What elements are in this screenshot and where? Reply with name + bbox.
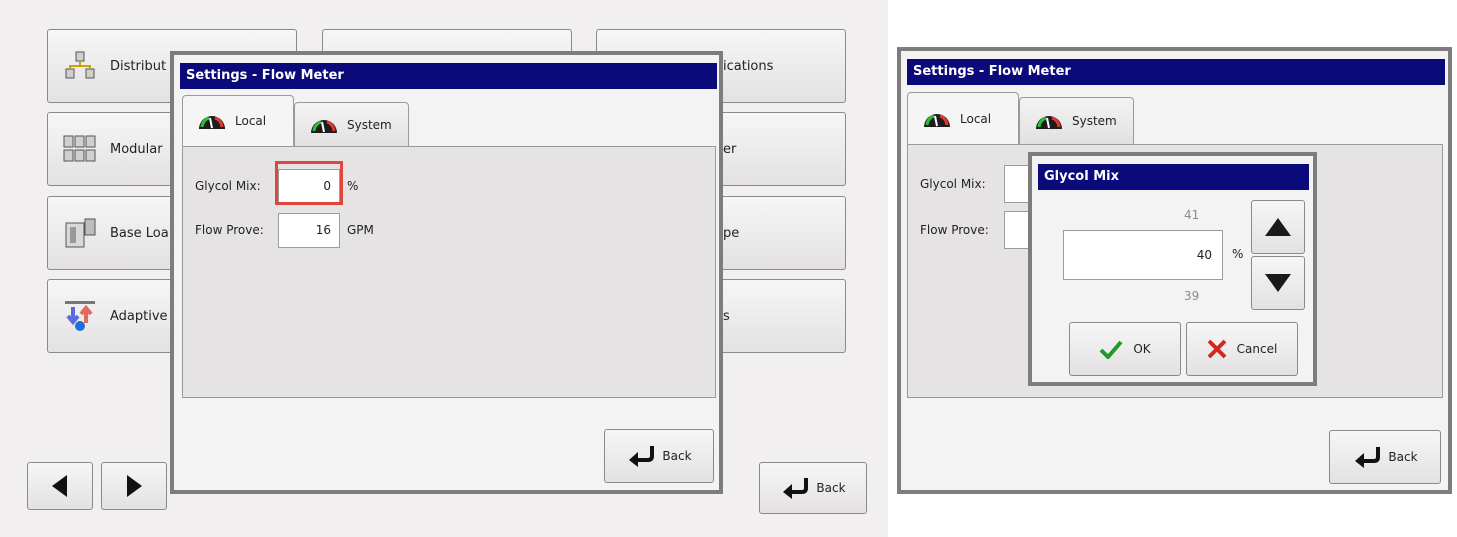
flow-prove-unit: GPM <box>347 223 374 237</box>
gauge-icon <box>924 113 950 127</box>
arrow-left-icon <box>52 475 67 497</box>
glycol-mix-label: Glycol Mix: <box>920 177 986 191</box>
base-load-icon <box>60 216 100 250</box>
back-arrow-icon <box>629 446 655 467</box>
main-back-button[interactable]: Back <box>759 462 867 514</box>
popup-title: Glycol Mix <box>1044 169 1119 184</box>
ok-button[interactable]: OK <box>1069 322 1181 376</box>
menu-label-distribution: Distribut <box>110 58 167 74</box>
tab-system[interactable]: System <box>294 102 409 146</box>
back-arrow-icon <box>783 478 809 499</box>
gauge-icon <box>1036 116 1062 129</box>
tab-system-label: System <box>1072 114 1117 128</box>
glycol-mix-value: 40 <box>1196 248 1212 262</box>
gauge-icon <box>199 116 225 129</box>
menu-label-modular: Modular <box>110 141 163 157</box>
flow-prove-label: Flow Prove: <box>195 223 264 237</box>
gauge-icon <box>311 119 337 133</box>
flow-prove-value: 16 <box>315 223 331 237</box>
adaptive-icon <box>60 299 100 333</box>
glycol-mix-value-field[interactable]: 40 <box>1063 230 1223 280</box>
dialog-back-label: Back <box>1388 450 1418 464</box>
arrow-right-icon <box>127 475 142 497</box>
dialog-back-button[interactable]: Back <box>604 429 714 483</box>
main-back-label: Back <box>816 481 846 495</box>
menu-label-adaptive: Adaptive <box>110 308 168 324</box>
tab-local-label: Local <box>235 114 267 128</box>
menu-label-right-2: er <box>723 142 737 157</box>
menu-label-right-4: s <box>723 309 730 324</box>
menu-label-base-load: Base Loa <box>110 225 169 241</box>
increment-button[interactable] <box>1251 200 1305 254</box>
flow-prove-label: Flow Prove: <box>920 223 989 237</box>
modular-boilers-icon <box>60 132 100 166</box>
dialog-title: Settings - Flow Meter <box>913 64 1071 79</box>
glycol-mix-label: Glycol Mix: <box>195 179 261 193</box>
tab-pane-local: Glycol Mix: 0 % Flow Prove: 16 GPM <box>182 146 716 398</box>
arrow-up-icon <box>1265 218 1291 236</box>
tab-local-label: Local <box>960 111 992 126</box>
dialog-back-button[interactable]: Back <box>1329 430 1441 484</box>
dialog-title: Settings - Flow Meter <box>186 68 344 83</box>
flow-meter-dialog-left: Settings - Flow Meter Local System Glyco… <box>170 51 723 494</box>
glycol-mix-unit: % <box>347 179 359 193</box>
glycol-mix-highlight <box>275 161 343 205</box>
back-arrow-icon <box>1355 447 1381 468</box>
tab-local[interactable]: Local <box>907 92 1019 144</box>
distribution-icon <box>60 49 100 83</box>
tab-local[interactable]: Local <box>182 95 294 146</box>
checkmark-icon <box>1099 340 1123 359</box>
glycol-mix-popup: Glycol Mix 41 40 % 39 OK Cancel <box>1028 152 1317 386</box>
decrement-button[interactable] <box>1251 256 1305 310</box>
dialog-title-bar: Settings - Flow Meter <box>907 59 1445 85</box>
flow-prove-field[interactable]: 16 <box>278 213 340 248</box>
glycol-mix-unit: % <box>1232 247 1244 261</box>
tab-system[interactable]: System <box>1019 97 1134 144</box>
next-value-hint: 41 <box>1184 208 1200 222</box>
dialog-title-bar: Settings - Flow Meter <box>180 63 717 89</box>
menu-label-right-3: pe <box>723 226 740 241</box>
menu-label-communications: ications <box>723 58 774 74</box>
next-page-button[interactable] <box>101 462 167 510</box>
tab-system-label: System <box>347 117 392 132</box>
dialog-back-label: Back <box>662 449 692 463</box>
cancel-label: Cancel <box>1236 342 1278 356</box>
popup-title-bar: Glycol Mix <box>1038 164 1309 190</box>
close-icon <box>1207 339 1227 359</box>
ok-label: OK <box>1133 342 1151 356</box>
cancel-button[interactable]: Cancel <box>1186 322 1298 376</box>
prev-page-button[interactable] <box>27 462 93 510</box>
arrow-down-icon <box>1265 274 1291 292</box>
prev-value-hint: 39 <box>1184 289 1200 303</box>
